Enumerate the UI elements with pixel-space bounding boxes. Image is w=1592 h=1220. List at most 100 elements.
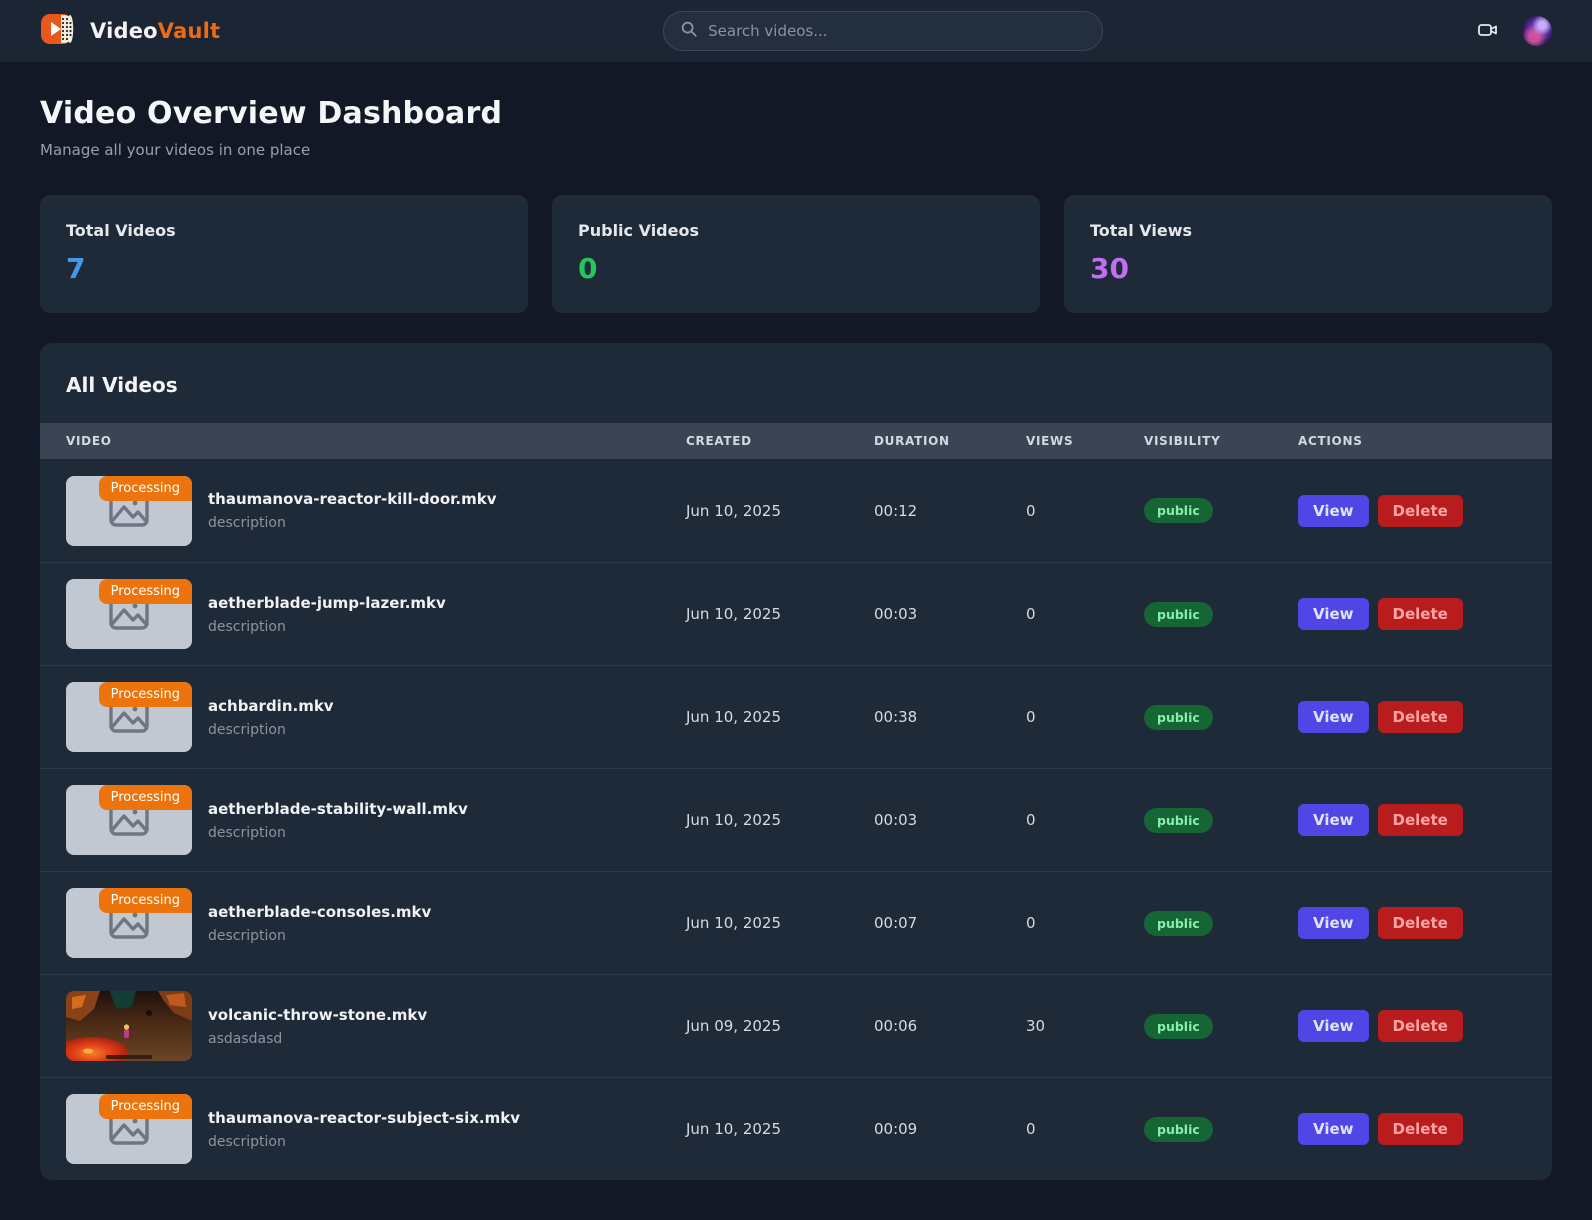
delete-button[interactable]: Delete [1377, 494, 1463, 527]
video-thumbnail: Processing [66, 579, 192, 649]
video-meta: achbardin.mkv description [208, 697, 334, 738]
visibility-cell: public [1144, 498, 1298, 523]
table-row: Processing achbardin.mkv description Jun… [40, 665, 1552, 768]
views-cell: 0 [1026, 914, 1036, 932]
video-title: aetherblade-stability-wall.mkv [208, 799, 468, 818]
created-cell: Jun 10, 2025 [686, 605, 782, 623]
visibility-cell: public [1144, 910, 1298, 936]
column-header-actions: ACTIONS [1298, 434, 1363, 448]
user-avatar[interactable] [1522, 16, 1552, 46]
created-cell: Jun 10, 2025 [686, 501, 782, 520]
actions-cell: View Delete [1298, 701, 1552, 733]
visibility-badge: public [1144, 601, 1213, 627]
view-button[interactable]: View [1298, 701, 1369, 733]
processing-badge: Processing [98, 785, 192, 810]
table-row: volcanic-throw-stone.mkv asdasdasd Jun 0… [40, 974, 1552, 1077]
table-row: Processing thaumanova-reactor-subject-si… [40, 1077, 1552, 1180]
view-button[interactable]: View [1298, 907, 1369, 939]
column-header-duration: DURATION [874, 434, 950, 448]
video-meta: aetherblade-jump-lazer.mkv description [208, 594, 446, 635]
video-title: aetherblade-jump-lazer.mkv [208, 593, 446, 612]
page-subtitle: Manage all your videos in one place [40, 141, 311, 159]
video-description: description [208, 721, 286, 738]
video-meta: aetherblade-consoles.mkv description [208, 903, 431, 944]
stat-label: Total Videos [66, 221, 176, 240]
processing-badge: Processing [98, 1094, 192, 1119]
view-button[interactable]: View [1298, 1113, 1369, 1145]
view-button[interactable]: View [1298, 1010, 1369, 1042]
actions-cell: View Delete [1298, 804, 1552, 836]
column-header-video: VIDEO [66, 434, 112, 448]
delete-button[interactable]: Delete [1377, 598, 1463, 630]
upload-video-button[interactable] [1476, 18, 1500, 45]
delete-button[interactable]: Delete [1377, 907, 1463, 939]
stat-card-public-videos: Public Videos 0 [552, 195, 1040, 313]
view-button[interactable]: View [1298, 494, 1369, 527]
views-cell: 0 [1026, 501, 1036, 520]
views-cell: 30 [1026, 1017, 1046, 1035]
duration-cell: 00:03 [874, 811, 918, 829]
brand-video-text: Video [90, 19, 158, 43]
table-title: All Videos [66, 373, 178, 397]
duration-cell: 00:12 [874, 501, 918, 520]
video-thumbnail: Processing [66, 475, 192, 546]
search-bar [663, 11, 1104, 51]
visibility-badge: public [1144, 498, 1213, 523]
stat-label: Total Views [1090, 221, 1193, 240]
view-button[interactable]: View [1298, 598, 1369, 630]
search-icon [680, 20, 698, 42]
stat-value: 7 [66, 252, 86, 285]
table-row: Processing thaumanova-reactor-kill-door.… [40, 459, 1552, 562]
visibility-badge: public [1144, 910, 1213, 936]
actions-cell: View Delete [1298, 1010, 1552, 1042]
video-description: description [208, 1133, 286, 1150]
actions-cell: View Delete [1298, 598, 1552, 630]
brand-logo-link[interactable]: VideoVault [40, 11, 220, 51]
processing-badge: Processing [98, 888, 192, 913]
created-cell: Jun 10, 2025 [686, 914, 782, 932]
delete-button[interactable]: Delete [1377, 1010, 1463, 1042]
visibility-badge: public [1144, 704, 1213, 730]
views-cell: 0 [1026, 811, 1036, 829]
play-film-reel-icon [40, 11, 76, 51]
delete-button[interactable]: Delete [1377, 701, 1463, 733]
created-cell: Jun 10, 2025 [686, 708, 782, 726]
stat-card-total-views: Total Views 30 [1064, 195, 1552, 313]
video-meta: aetherblade-stability-wall.mkv descripti… [208, 800, 468, 841]
video-thumbnail: Processing [66, 1094, 192, 1164]
video-title: thaumanova-reactor-subject-six.mkv [208, 1108, 520, 1127]
video-camera-icon [1476, 18, 1500, 45]
table-row: Processing aetherblade-consoles.mkv desc… [40, 871, 1552, 974]
table-body: Processing thaumanova-reactor-kill-door.… [40, 459, 1552, 1180]
duration-cell: 00:06 [874, 1017, 918, 1035]
delete-button[interactable]: Delete [1377, 804, 1463, 836]
volcano-thumbnail-art [66, 991, 192, 1061]
video-meta: thaumanova-reactor-kill-door.mkv descrip… [208, 490, 497, 531]
actions-cell: View Delete [1298, 1113, 1552, 1145]
video-title: aetherblade-consoles.mkv [208, 902, 432, 921]
video-description: description [208, 927, 286, 944]
processing-badge: Processing [98, 682, 192, 707]
video-meta: volcanic-throw-stone.mkv asdasdasd [208, 1006, 427, 1047]
video-title: achbardin.mkv [208, 696, 334, 715]
stat-label: Public Videos [578, 221, 699, 240]
views-cell: 0 [1026, 605, 1036, 623]
brand-name: VideoVault [90, 19, 220, 43]
video-cell: Processing thaumanova-reactor-subject-si… [40, 1094, 686, 1164]
video-thumbnail [66, 991, 192, 1061]
stat-value: 0 [578, 252, 598, 285]
main-content: Video Overview Dashboard Manage all your… [0, 96, 1592, 1180]
column-header-visibility: VISIBILITY [1144, 434, 1221, 448]
processing-badge: Processing [98, 475, 192, 501]
stat-card-total-videos: Total Videos 7 [40, 195, 528, 313]
view-button[interactable]: View [1298, 804, 1369, 836]
views-cell: 0 [1026, 1120, 1036, 1138]
table-row: Processing aetherblade-jump-lazer.mkv de… [40, 562, 1552, 665]
page-title: Video Overview Dashboard [40, 96, 503, 131]
brand-vault-text: Vault [157, 19, 221, 43]
search-input[interactable] [708, 22, 1087, 40]
visibility-cell: public [1144, 704, 1298, 730]
delete-button[interactable]: Delete [1377, 1113, 1463, 1145]
video-cell: Processing thaumanova-reactor-kill-door.… [40, 475, 686, 546]
actions-cell: View Delete [1298, 494, 1552, 527]
